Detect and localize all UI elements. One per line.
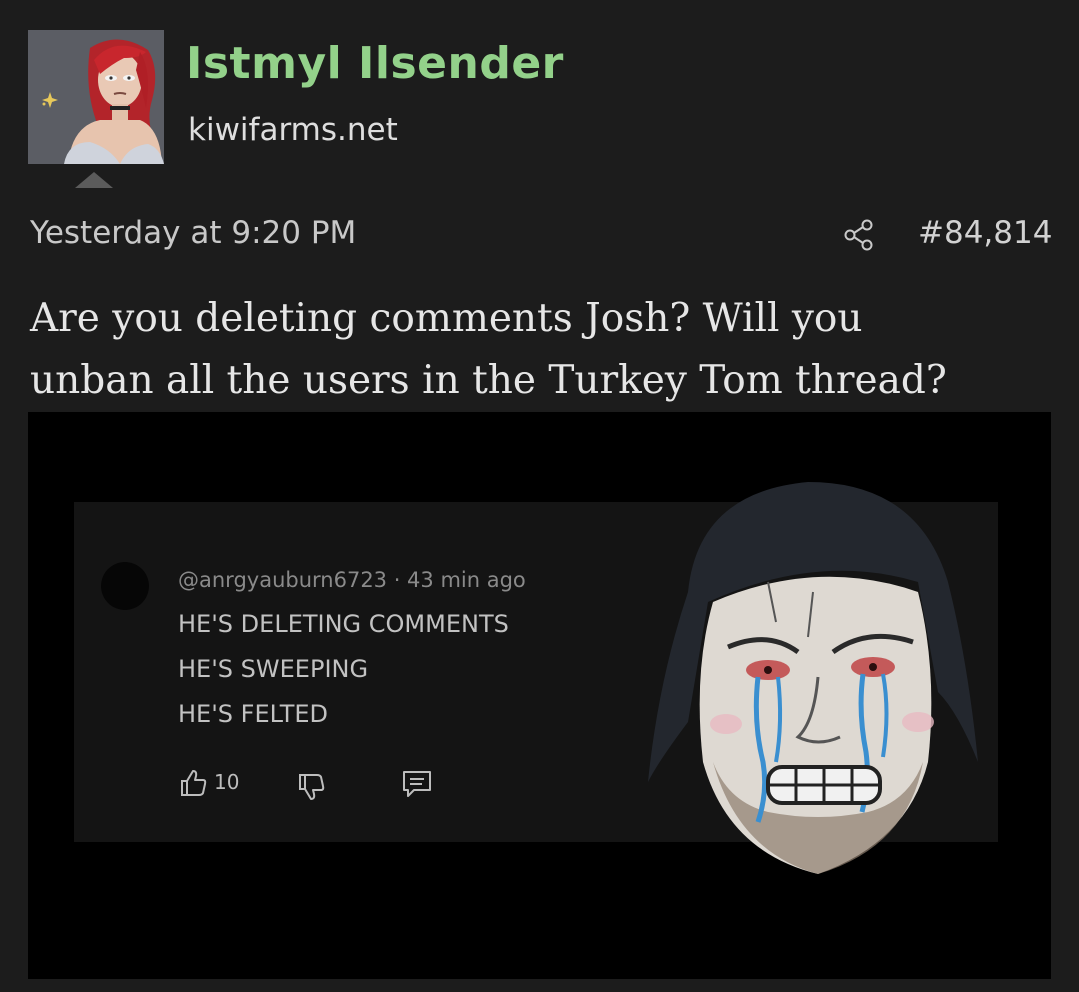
- post-body: Are you deleting comments Josh? Will you…: [30, 288, 1050, 412]
- username[interactable]: Istmyl Ilsender: [186, 38, 564, 89]
- embedded-image[interactable]: @anrgyauburn6723 · 43 min ago HE'S DELET…: [28, 412, 1051, 979]
- crying-face-drawing: [648, 482, 978, 874]
- avatar-caret: [75, 172, 113, 188]
- thumbs-up-icon: [181, 770, 207, 796]
- comment-meta: @anrgyauburn6723 · 43 min ago: [178, 568, 526, 592]
- comment-icon: [403, 771, 431, 797]
- post-body-line: Are you deleting comments Josh? Will you: [30, 296, 863, 341]
- commenter-avatar: [101, 562, 149, 610]
- comment-line: HE'S FELTED: [178, 700, 329, 728]
- like-count: 10: [214, 770, 240, 794]
- comment-line: HE'S SWEEPING: [178, 655, 369, 683]
- post-timestamp[interactable]: Yesterday at 9:20 PM: [30, 215, 356, 251]
- comment-line: HE'S DELETING COMMENTS: [178, 610, 509, 638]
- avatar-illustration: [28, 30, 164, 164]
- share-icon[interactable]: [842, 218, 876, 252]
- thumbs-down-icon: [299, 774, 325, 800]
- post-number-link[interactable]: #84,814: [918, 215, 1052, 251]
- user-avatar[interactable]: [28, 30, 164, 164]
- post-body-line: unban all the users in the Turkey Tom th…: [30, 358, 947, 403]
- forum-post: Istmyl Ilsender kiwifarms.net Yesterday …: [0, 0, 1079, 992]
- user-site: kiwifarms.net: [188, 112, 398, 148]
